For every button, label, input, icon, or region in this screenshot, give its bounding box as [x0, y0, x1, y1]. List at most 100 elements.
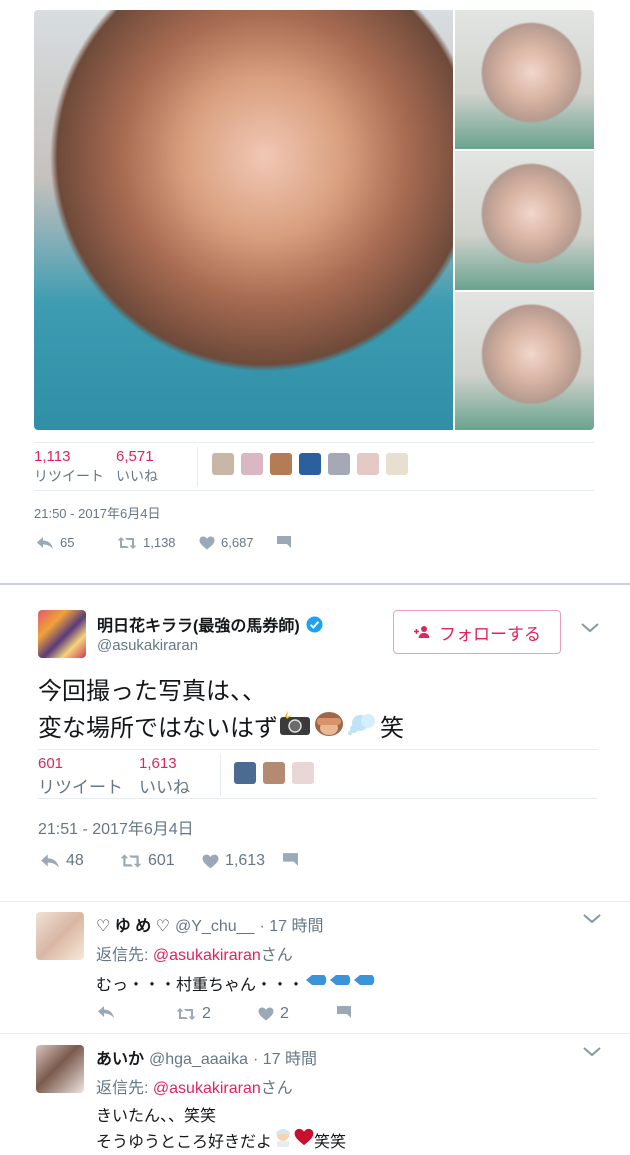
heart-icon	[258, 1007, 274, 1021]
red-heart-emoji-icon	[294, 1128, 314, 1151]
liker-avatar[interactable]	[328, 453, 350, 475]
reply2-name[interactable]: あいか	[96, 1045, 144, 1069]
tweet1-like-count-action: 6,687	[221, 535, 254, 550]
tweet2-text: 今回撮った写真は、、 変な場所ではないはず 笑	[38, 674, 404, 747]
reply2-reply-to-handle[interactable]: @asukakiraran	[153, 1080, 261, 1097]
divider	[38, 798, 598, 799]
tweet2-dm-button[interactable]	[282, 852, 299, 867]
stats-separator	[220, 754, 221, 796]
tweet2-like-label: いいね	[139, 778, 190, 797]
tweet1-timestamp[interactable]: 21:50 - 2017年6月4日	[34, 503, 160, 522]
reply2-menu-button[interactable]	[582, 1046, 602, 1058]
add-user-icon	[413, 625, 431, 639]
envelope-icon	[282, 852, 299, 867]
reply2-text-line1: きいたん、、笑笑	[96, 1108, 217, 1125]
tweet2-timestamp[interactable]: 21:51 - 2017年6月4日	[38, 815, 194, 839]
liker-avatar[interactable]	[212, 453, 234, 475]
camera-flash-emoji-icon	[278, 709, 312, 747]
verified-icon	[306, 616, 323, 633]
chevron-down-icon	[580, 622, 600, 634]
tweet1-retweet-button[interactable]: 1,138	[117, 535, 176, 550]
reply2-reply-to-prefix: 返信先:	[96, 1080, 153, 1097]
tweet2-liker-avatars	[234, 762, 321, 784]
tweet2-retweet-label: リツイート	[38, 778, 123, 797]
reply1-text: むっ・・・村重ちゃん・・・	[96, 970, 376, 995]
tweet1-photo-main[interactable]	[34, 10, 453, 430]
reply1-handle[interactable]: @Y_chu__	[175, 918, 254, 936]
envelope-icon	[276, 535, 292, 549]
author-avatar[interactable]	[38, 610, 86, 658]
divider	[38, 749, 598, 750]
liker-avatar[interactable]	[241, 453, 263, 475]
see-no-evil-monkey-emoji-icon	[312, 709, 346, 747]
reply2-reply-to-suffix: さん	[260, 1080, 293, 1097]
reply-icon	[40, 853, 60, 869]
liker-avatar[interactable]	[292, 762, 314, 784]
reply1-retweet-count: 2	[202, 1005, 211, 1022]
liker-avatar[interactable]	[234, 762, 256, 784]
tweet2-text-line2-end: 笑	[380, 714, 404, 742]
liker-avatar[interactable]	[299, 453, 321, 475]
retweet-icon	[120, 853, 142, 869]
reply1-reply-button[interactable]	[97, 1005, 115, 1019]
author-display-name: 明日花キララ(最強の馬券師)	[97, 618, 300, 635]
reply2-handle[interactable]: @hga_aaaika	[149, 1051, 248, 1069]
tweet2-like-count-action: 1,613	[225, 852, 266, 869]
tweet1-like-label: いいね	[116, 468, 158, 484]
reply-icon	[36, 536, 54, 550]
tweet1-photo-3[interactable]	[455, 151, 594, 290]
divider	[0, 901, 630, 902]
divider	[0, 1033, 630, 1034]
reply2-reply-to: 返信先: @asukakiraranさん	[96, 1074, 293, 1098]
tweet1-reply-count: 65	[60, 535, 75, 550]
reply1-text-line1: むっ・・・村重ちゃん・・・	[96, 976, 305, 994]
tweet2-like-count: 1,613	[139, 755, 177, 772]
dash-cloud-emoji-icon	[346, 709, 380, 747]
tweet1-retweet-label: リツイート	[34, 468, 104, 484]
reply1-dm-button[interactable]	[336, 1005, 352, 1019]
tweet1-photo-2[interactable]	[455, 10, 594, 149]
author-name-row[interactable]: 明日花キララ(最強の馬券師)	[97, 612, 323, 636]
author-handle[interactable]: @asukakiraran	[97, 637, 198, 654]
fish-emoji-icon	[304, 970, 376, 995]
tweet1-photo-4[interactable]	[455, 292, 594, 430]
tweet1-retweet-stat[interactable]: 1,113 リツイート	[34, 448, 104, 486]
chevron-down-icon	[582, 1046, 602, 1058]
tweet2-retweet-count-action: 601	[148, 852, 175, 869]
reply1-header: ♡ ゆ め ♡ @Y_chu__ · 17 時間	[96, 912, 323, 936]
reply1-menu-button[interactable]	[582, 913, 602, 925]
tweet1-like-stat[interactable]: 6,571 いいね	[116, 448, 158, 486]
tweet1-like-button[interactable]: 6,687	[199, 535, 254, 550]
reply1-avatar[interactable]	[36, 912, 84, 960]
tweet2-text-line2: 変な場所ではないはず	[38, 714, 278, 742]
retweet-icon	[117, 536, 137, 550]
tweet-menu-button[interactable]	[580, 622, 600, 634]
tweet2-reply-button[interactable]: 48	[40, 852, 84, 870]
tweet2-like-button[interactable]: 1,613	[202, 852, 265, 870]
tweet1-reply-button[interactable]: 65	[36, 535, 74, 550]
reply1-reply-to: 返信先: @asukakiraranさん	[96, 941, 293, 965]
tweet1-dm-button[interactable]	[276, 535, 292, 549]
tweet2-like-stat[interactable]: 1,613 いいね	[139, 755, 190, 798]
reply1-name[interactable]: ♡ ゆ め ♡	[96, 912, 170, 936]
tweet2-retweet-stat[interactable]: 601 リツイート	[38, 755, 123, 798]
tweet1-liker-avatars	[212, 453, 415, 475]
liker-avatar[interactable]	[357, 453, 379, 475]
tweet2-retweet-button[interactable]: 601	[120, 852, 175, 870]
reply1-retweet-button[interactable]: 2	[176, 1005, 211, 1023]
reply2-avatar[interactable]	[36, 1045, 84, 1093]
tweet2-text-line1: 今回撮った写真は、、	[38, 678, 266, 705]
reply-icon	[97, 1005, 115, 1019]
reply1-time[interactable]: · 17 時間	[259, 912, 323, 936]
reply2-time[interactable]: · 17 時間	[253, 1045, 317, 1069]
envelope-icon	[336, 1005, 352, 1019]
liker-avatar[interactable]	[270, 453, 292, 475]
follow-button[interactable]: フォローする	[393, 610, 561, 654]
liker-avatar[interactable]	[263, 762, 285, 784]
follow-label: フォローする	[439, 624, 541, 644]
liker-avatar[interactable]	[386, 453, 408, 475]
divider	[34, 490, 594, 491]
reply1-reply-to-suffix: さん	[260, 947, 293, 964]
reply1-like-button[interactable]: 2	[258, 1005, 289, 1023]
reply1-reply-to-handle[interactable]: @asukakiraran	[153, 947, 261, 964]
